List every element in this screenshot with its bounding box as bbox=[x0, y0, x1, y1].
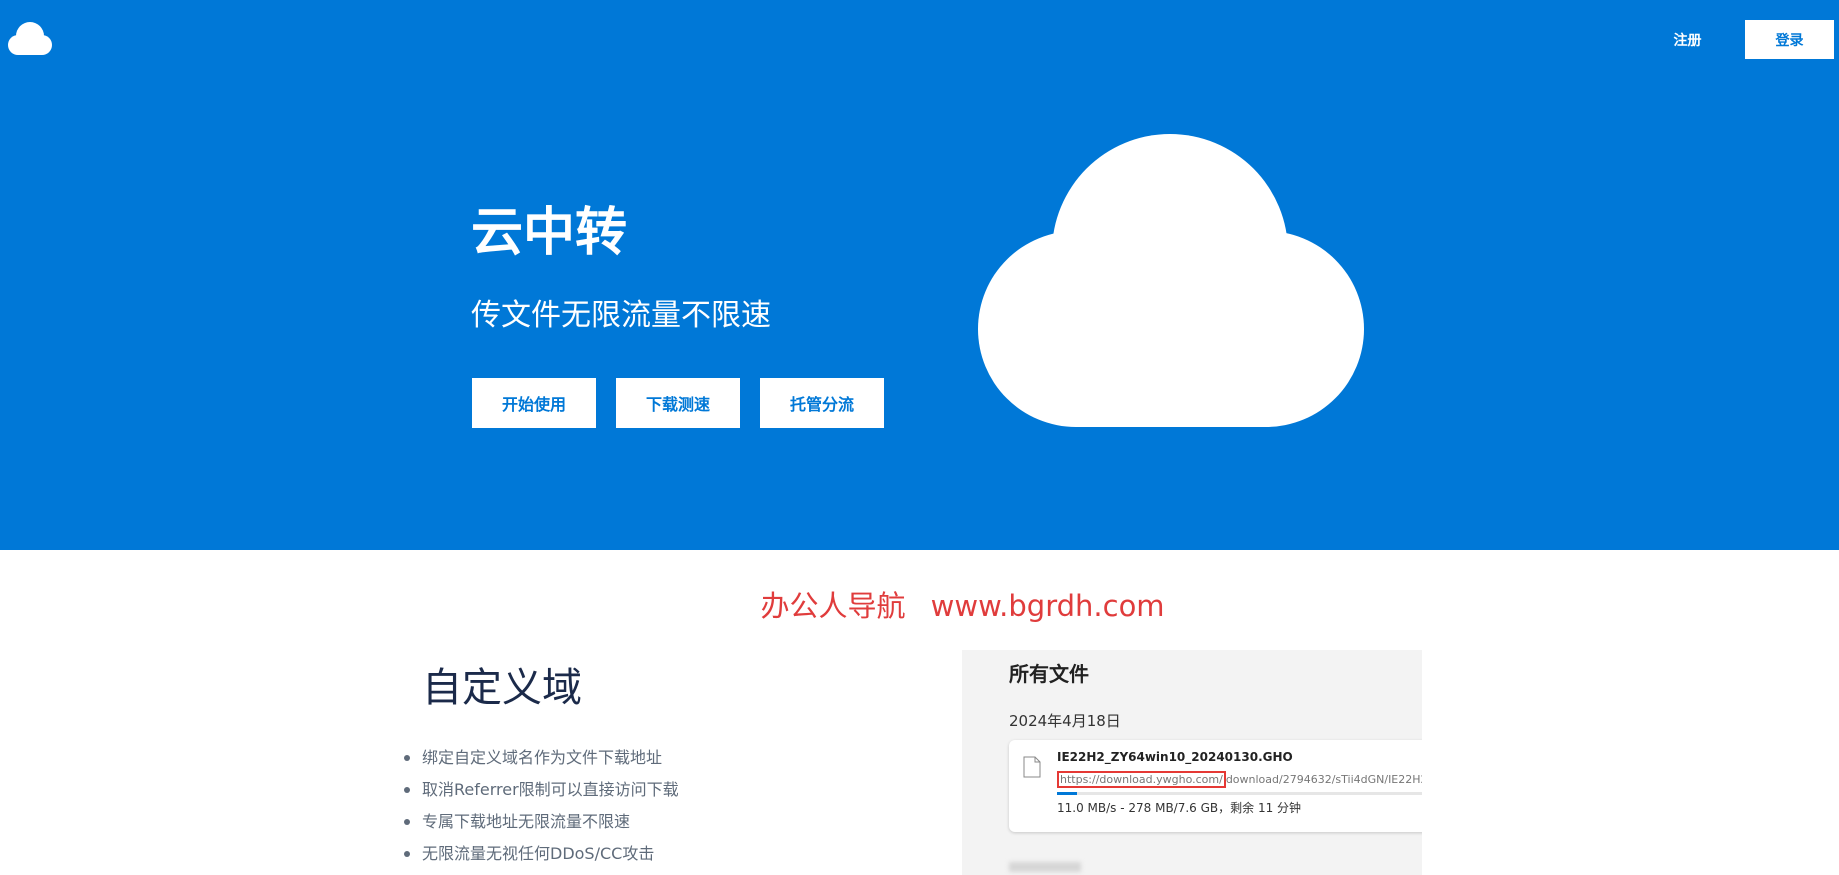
hero-title: 云中转 bbox=[471, 203, 628, 263]
get-started-button[interactable]: 开始使用 bbox=[472, 378, 596, 428]
list-item: 专属下载地址无限流量不限速 bbox=[404, 810, 679, 842]
url-highlight: https://download.ywgho.com/ bbox=[1057, 771, 1226, 788]
download-status: 11.0 MB/s - 278 MB/7.6 GB，剩余 11 分钟 bbox=[1057, 801, 1302, 815]
blurred-text bbox=[1009, 862, 1081, 872]
watermark-name: 办公人导航 bbox=[760, 589, 906, 623]
screenshot-date: 2024年4月18日 bbox=[1009, 712, 1121, 730]
hero-subtitle: 传文件无限流量不限速 bbox=[471, 298, 771, 333]
login-button[interactable]: 登录 bbox=[1745, 20, 1834, 59]
list-item: 无限流量无视任何DDoS/CC攻击 bbox=[404, 842, 679, 874]
watermark-url: www.bgrdh.com bbox=[930, 589, 1165, 623]
feature-list: 绑定自定义域名作为文件下载地址 取消Referrer限制可以直接访问下载 专属下… bbox=[404, 746, 679, 874]
file-name: IE22H2_ZY64win10_20240130.GHO bbox=[1057, 750, 1293, 764]
progress-fill bbox=[1057, 792, 1077, 795]
list-item: 取消Referrer限制可以直接访问下载 bbox=[404, 778, 679, 810]
speed-test-button[interactable]: 下载测速 bbox=[616, 378, 740, 428]
cloud-icon[interactable] bbox=[4, 18, 56, 60]
feature-screenshot: 所有文件 2024年4月18日 IE22H2_ZY64win10_2024013… bbox=[962, 650, 1422, 875]
hero-section: 注册 登录 云中转 传文件无限流量不限速 开始使用 下载测速 托管分流 bbox=[0, 0, 1839, 550]
file-icon bbox=[1023, 756, 1041, 778]
list-item: 绑定自定义域名作为文件下载地址 bbox=[404, 746, 679, 778]
file-url: https://download.ywgho.com/download/2794… bbox=[1057, 771, 1422, 788]
watermark-text: 办公人导航 www.bgrdh.com bbox=[0, 584, 1839, 628]
url-rest: download/2794632/sTii4dGN/IE22H2_ bbox=[1225, 773, 1422, 786]
hosting-button[interactable]: 托管分流 bbox=[760, 378, 884, 428]
feature-title: 自定义域 bbox=[422, 665, 582, 711]
download-progress-bar bbox=[1057, 792, 1422, 795]
screenshot-title: 所有文件 bbox=[1009, 662, 1089, 686]
download-card: IE22H2_ZY64win10_20240130.GHO https://do… bbox=[1009, 740, 1422, 832]
register-link[interactable]: 注册 bbox=[1660, 22, 1715, 58]
cloud-icon bbox=[978, 134, 1364, 427]
